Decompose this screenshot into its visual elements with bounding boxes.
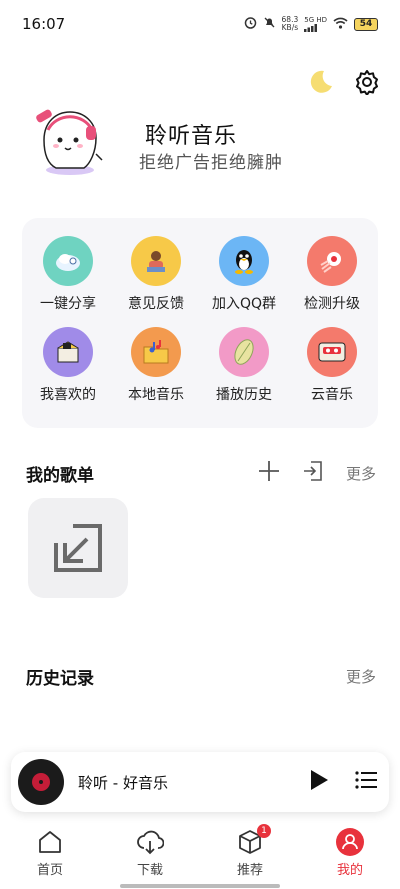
profile-icon [336, 828, 364, 856]
feature-grid: 一键分享 意见反馈 加入QQ群 检测升级 我喜欢的 本地音乐 播放历史 云音乐 [22, 218, 378, 428]
top-actions [306, 68, 380, 96]
avatar[interactable] [30, 100, 110, 178]
net-speed-unit: KB/s [281, 23, 299, 32]
local-music-icon [131, 327, 181, 377]
history-more-link[interactable]: 更多 [346, 666, 376, 687]
album-disc-icon [18, 759, 64, 805]
playlists-header: 我的歌单 更多 [26, 460, 376, 486]
grid-item-label: 本地音乐 [128, 387, 184, 403]
grid-item-cloud-music[interactable]: 云音乐 [288, 327, 376, 418]
home-indicator[interactable] [120, 884, 280, 888]
cell-signal: 5G HD [304, 15, 327, 32]
status-icons: 68.3 KB/s 5G HD 54 [244, 16, 378, 32]
share-icon [43, 236, 93, 286]
history-header: 历史记录 更多 [26, 664, 376, 689]
gear-icon[interactable] [354, 69, 380, 95]
grid-item-label: 播放历史 [216, 387, 272, 403]
tab-label: 推荐 [236, 863, 263, 878]
tab-label: 下载 [136, 863, 163, 878]
history-title: 历史记录 [26, 669, 94, 689]
playlists-more-link[interactable]: 更多 [346, 463, 376, 484]
net-speed: 68.3 KB/s [282, 16, 299, 32]
signal-bars-icon [304, 23, 318, 32]
bottom-tab-bar: 首页 下载 1 推荐 我的 [0, 820, 400, 889]
app-name: 聆听音乐 [145, 124, 238, 149]
grid-item-label: 检测升级 [304, 296, 360, 312]
grid-item-qq-group[interactable]: 加入QQ群 [200, 236, 288, 327]
wifi-icon [333, 17, 348, 32]
battery-indicator: 54 [354, 17, 378, 31]
grid-item-share[interactable]: 一键分享 [24, 236, 112, 327]
player-controls [309, 769, 377, 795]
mute-icon [263, 16, 276, 32]
tab-label: 首页 [36, 863, 63, 878]
grid-item-label: 加入QQ群 [211, 296, 277, 312]
import-icon[interactable] [302, 460, 324, 486]
grid-item-play-history[interactable]: 播放历史 [200, 327, 288, 418]
grid-item-label: 一键分享 [40, 296, 96, 312]
profile-header: 聆听音乐 拒绝广告拒绝臃肿 [30, 100, 370, 180]
grid-item-favorites[interactable]: 我喜欢的 [24, 327, 112, 418]
grid-item-local-music[interactable]: 本地音乐 [112, 327, 200, 418]
tab-home[interactable]: 首页 [10, 828, 90, 878]
signal-label: 5G HD [304, 15, 327, 24]
download-icon [136, 828, 164, 856]
import-arrow-icon [54, 524, 102, 572]
playlists-title: 我的歌单 [26, 465, 94, 486]
add-playlist-icon[interactable] [258, 460, 280, 486]
mini-player[interactable]: 聆听 - 好音乐 [11, 752, 389, 812]
home-icon [37, 828, 63, 856]
grid-item-label: 意见反馈 [128, 296, 184, 312]
import-playlist-tile[interactable] [28, 498, 128, 598]
track-title: 聆听 - 好音乐 [78, 773, 168, 792]
tab-recommend[interactable]: 1 推荐 [210, 824, 290, 878]
grid-item-feedback[interactable]: 意见反馈 [112, 236, 200, 327]
app-slogan: 拒绝广告拒绝臃肿 [139, 153, 283, 173]
status-bar: 16:07 68.3 KB/s 5G HD 54 [0, 0, 400, 48]
tab-download[interactable]: 下载 [110, 828, 190, 878]
qq-icon [219, 236, 269, 286]
upgrade-icon [307, 236, 357, 286]
playlist-queue-icon[interactable] [355, 771, 377, 793]
grid-item-label: 云音乐 [311, 387, 353, 403]
notification-badge: 1 [257, 824, 271, 838]
grid-item-label: 我喜欢的 [40, 387, 96, 403]
grid-item-upgrade[interactable]: 检测升级 [288, 236, 376, 327]
playlists-actions: 更多 [258, 460, 376, 486]
recommend-icon: 1 [237, 824, 271, 856]
status-time: 16:07 [22, 15, 66, 33]
favorites-icon [43, 327, 93, 377]
history-icon [219, 327, 269, 377]
feedback-icon [131, 236, 181, 286]
history-actions: 更多 [346, 666, 376, 687]
tab-label: 我的 [336, 863, 363, 878]
cloud-music-icon [307, 327, 357, 377]
play-icon[interactable] [309, 769, 329, 795]
alarm-icon [244, 16, 257, 32]
moon-icon[interactable] [306, 68, 334, 96]
tab-profile[interactable]: 我的 [310, 828, 390, 878]
